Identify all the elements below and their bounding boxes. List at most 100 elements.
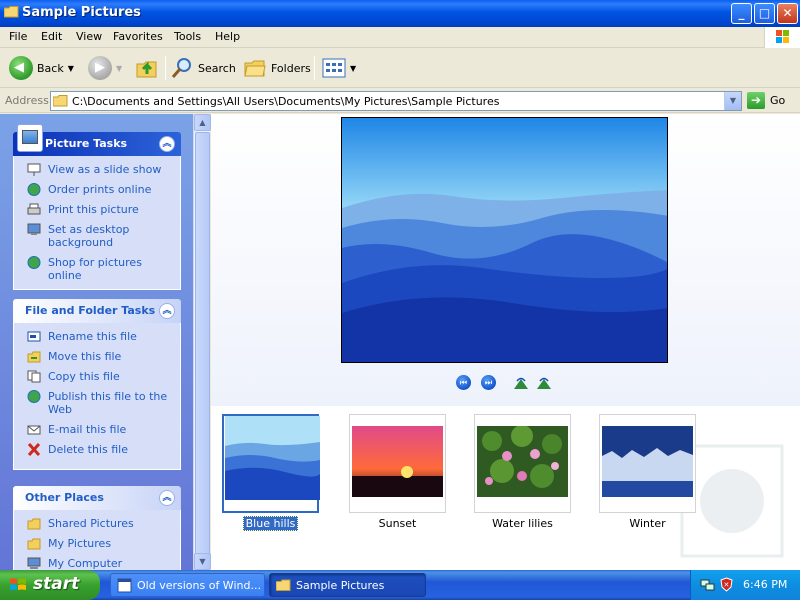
menu-view[interactable]: View xyxy=(76,30,102,43)
blue-hills-thumbnail xyxy=(225,416,320,500)
thumbnail-blue-hills[interactable]: Blue hills xyxy=(222,414,324,531)
picture-tasks-header[interactable]: Picture Tasks ︽ xyxy=(13,124,181,156)
address-label: Address xyxy=(5,94,49,107)
task-move-file[interactable]: Move this file xyxy=(14,350,176,363)
folder-icon xyxy=(53,95,68,107)
browser-window-icon xyxy=(117,578,132,593)
collapse-icon[interactable]: ︽ xyxy=(159,303,175,319)
desktop-icon xyxy=(27,223,41,235)
folder-icon xyxy=(27,518,41,530)
place-my-pictures[interactable]: My Pictures xyxy=(14,537,176,550)
collapse-icon[interactable]: ︽ xyxy=(159,136,175,152)
taskbar-item-label: Sample Pictures xyxy=(296,579,385,592)
rotate-counterclockwise-icon[interactable] xyxy=(536,376,552,390)
place-my-computer[interactable]: My Computer xyxy=(14,557,176,570)
menu-help[interactable]: Help xyxy=(215,30,240,43)
collapse-icon[interactable]: ︽ xyxy=(159,490,175,506)
forward-button[interactable]: ▶ ▼ xyxy=(88,54,122,82)
taskbar-item-old-versions[interactable]: Old versions of Wind... xyxy=(110,573,265,597)
start-label: start xyxy=(33,574,80,594)
menu-file[interactable]: File xyxy=(9,30,27,43)
other-places-title: Other Places xyxy=(25,491,104,504)
other-places-body: Shared Pictures My Pictures My Computer xyxy=(13,510,181,570)
views-dropdown-icon[interactable]: ▼ xyxy=(350,64,356,73)
thumbnail-winter[interactable]: Winter xyxy=(599,414,701,530)
task-delete-file[interactable]: Delete this file xyxy=(14,443,176,456)
preview-area: ⏮ ⏭ xyxy=(211,114,800,406)
picture-tasks-icon xyxy=(17,124,43,152)
toolbar-separator xyxy=(314,56,315,80)
task-set-desktop-background[interactable]: Set as desktop background xyxy=(14,223,176,249)
task-print-picture[interactable]: Print this picture xyxy=(14,203,176,216)
picture-tasks-title: Picture Tasks xyxy=(45,137,128,150)
task-email-file[interactable]: E-mail this file xyxy=(14,423,176,436)
go-label: Go xyxy=(770,94,786,107)
window-title: Sample Pictures xyxy=(22,5,141,20)
place-shared-pictures[interactable]: Shared Pictures xyxy=(14,517,176,530)
rename-icon xyxy=(27,331,41,342)
task-copy-file[interactable]: Copy this file xyxy=(14,370,176,383)
menu-edit[interactable]: Edit xyxy=(41,30,62,43)
maximize-button[interactable]: □ xyxy=(754,3,775,24)
folder-icon xyxy=(276,579,291,591)
filmstrip-view: ⏮ ⏭ Blue hills Sunset Water lilies Winte… xyxy=(211,114,800,570)
task-rename-file[interactable]: Rename this file xyxy=(14,330,176,343)
scroll-thumb[interactable] xyxy=(195,132,210,558)
go-button[interactable]: ➔ Go xyxy=(747,92,785,109)
thumbnail-water-lilies[interactable]: Water lilies xyxy=(474,414,576,530)
minimize-button[interactable]: _ xyxy=(731,3,752,24)
taskbar: start Old versions of Wind... Sample Pic… xyxy=(0,570,800,600)
task-order-prints[interactable]: Order prints online xyxy=(14,183,176,196)
picture-tasks-body: View as a slide show Order prints online… xyxy=(13,156,181,290)
thumbnail-frame xyxy=(599,414,696,513)
search-label: Search xyxy=(198,61,236,75)
thumbnail-label: Sunset xyxy=(378,517,417,530)
folder-icon xyxy=(4,6,19,18)
address-dropdown-button[interactable]: ▼ xyxy=(724,92,741,110)
back-button[interactable]: ◀ Back ▼ xyxy=(9,54,74,82)
delete-icon xyxy=(27,443,41,456)
up-folder-button[interactable] xyxy=(134,54,160,82)
printer-icon xyxy=(27,203,41,215)
rotate-clockwise-icon[interactable] xyxy=(513,376,529,390)
previous-image-button[interactable]: ⏮ xyxy=(456,375,471,390)
task-pane-scrollbar[interactable]: ▲ ▼ xyxy=(193,114,211,570)
scroll-up-button[interactable]: ▲ xyxy=(194,114,211,131)
back-dropdown-icon[interactable]: ▼ xyxy=(68,64,74,73)
search-button[interactable]: Search xyxy=(170,54,236,82)
address-bar: Address C:\Documents and Settings\All Us… xyxy=(0,89,800,113)
computer-icon xyxy=(27,557,41,569)
network-icon[interactable] xyxy=(700,577,715,592)
start-button[interactable]: start xyxy=(0,570,100,600)
forward-dropdown-icon[interactable]: ▼ xyxy=(116,64,122,73)
other-places-panel: Other Places ︽ Shared Pictures My Pictur… xyxy=(13,486,181,570)
folders-button[interactable]: Folders xyxy=(243,54,311,82)
task-publish-web[interactable]: Publish this file to the Web xyxy=(14,390,176,416)
address-input[interactable]: C:\Documents and Settings\All Users\Docu… xyxy=(50,91,742,111)
scroll-down-button[interactable]: ▼ xyxy=(194,553,211,570)
security-shield-icon[interactable]: ✕ xyxy=(719,577,734,592)
thumbnail-frame xyxy=(222,414,320,513)
close-button[interactable]: ✕ xyxy=(777,3,798,24)
thumbnail-label: Winter xyxy=(629,517,666,530)
taskbar-item-sample-pictures[interactable]: Sample Pictures xyxy=(269,573,426,597)
menu-tools[interactable]: Tools xyxy=(174,30,201,43)
views-button[interactable]: ▼ xyxy=(322,54,356,82)
task-view-slide-show[interactable]: View as a slide show xyxy=(14,163,176,176)
task-shop-pictures[interactable]: Shop for pictures online xyxy=(14,256,176,282)
preview-image xyxy=(341,117,668,363)
windows-flag-icon xyxy=(10,578,26,590)
thumbnail-sunset[interactable]: Sunset xyxy=(349,414,451,530)
task-pane: Picture Tasks ︽ View as a slide show Ord… xyxy=(0,114,193,570)
winter-thumbnail xyxy=(602,426,693,497)
menu-favorites[interactable]: Favorites xyxy=(113,30,163,43)
file-folder-tasks-header[interactable]: File and Folder Tasks ︽ xyxy=(13,299,181,323)
views-icon xyxy=(322,58,346,78)
sunset-thumbnail xyxy=(352,426,443,497)
water-lilies-thumbnail xyxy=(477,426,568,497)
thumbnail-label: Water lilies xyxy=(492,517,553,530)
other-places-header[interactable]: Other Places ︽ xyxy=(13,486,181,510)
system-tray: ✕ 6:46 PM xyxy=(690,570,800,600)
back-arrow-icon: ◀ xyxy=(9,56,33,80)
next-image-button[interactable]: ⏭ xyxy=(481,375,496,390)
